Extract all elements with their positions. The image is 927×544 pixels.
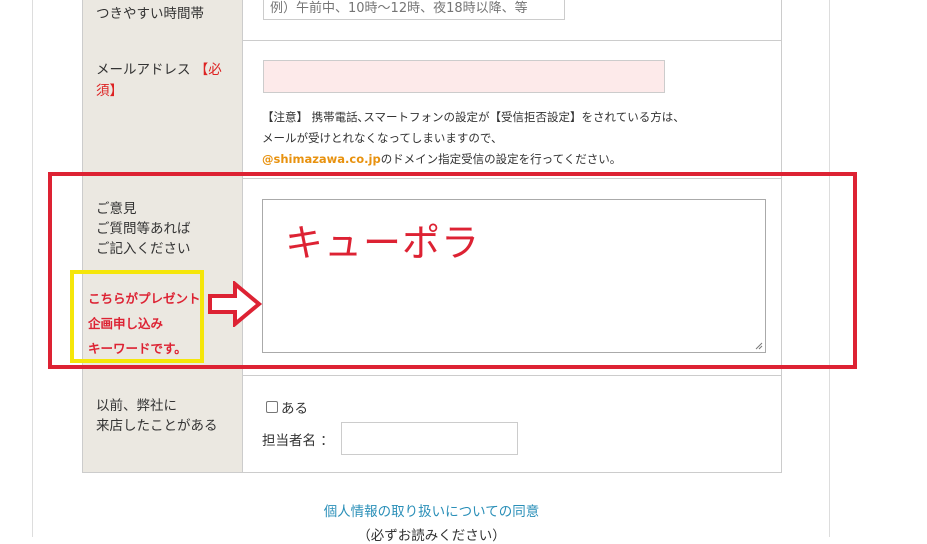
- label-cell: つきやすい時間帯: [83, 0, 243, 40]
- label-cell: メールアドレス 【必須】: [83, 40, 243, 178]
- email-note-line3-rest: のドメイン指定受信の設定を行ってください。: [380, 152, 622, 166]
- annotation-text: こちらがプレゼント 企画申し込み キーワードです。: [88, 286, 201, 361]
- staff-name-input[interactable]: [341, 422, 518, 455]
- email-note: 【注意】 携帯電話､スマートフォンの設定が【受信拒否設定】をされている方は、 メ…: [262, 107, 685, 170]
- email-note-line2: メールが受けとれなくなってしまいますので、: [262, 131, 503, 145]
- time-preference-label: つきやすい時間帯: [96, 6, 204, 22]
- time-preference-row: つきやすい時間帯: [83, 0, 781, 41]
- annotation-line1: こちらがプレゼント: [88, 291, 201, 306]
- email-note-line1: 【注意】 携帯電話､スマートフォンの設定が【受信拒否設定】をされている方は、: [262, 110, 685, 124]
- privacy-policy-link[interactable]: 個人情報の取り扱いについての同意: [0, 500, 863, 520]
- annotation-line2: 企画申し込み: [88, 316, 164, 331]
- previous-visit-label: 以前、弊社に 来店したことがある: [96, 396, 218, 436]
- email-label: メールアドレス 【必須】: [96, 60, 236, 102]
- label-cell: 以前、弊社に 来店したことがある: [83, 375, 243, 472]
- previous-visit-label-line1: 以前、弊社に: [96, 398, 177, 414]
- email-input[interactable]: [263, 60, 665, 93]
- staff-name-label: 担当者名 ：: [262, 433, 334, 449]
- email-label-text: メールアドレス: [96, 62, 191, 78]
- previous-visit-checkbox[interactable]: [266, 401, 278, 413]
- privacy-note: （必ずお読みください）: [357, 528, 506, 544]
- time-preference-input[interactable]: [263, 0, 565, 20]
- previous-visit-label-line2: 来店したことがある: [96, 418, 218, 434]
- email-note-line3: @shimazawa.co.jpのドメイン指定受信の設定を行ってください。: [262, 149, 685, 170]
- email-note-domain: @shimazawa.co.jp: [262, 152, 381, 166]
- annotation-line3: キーワードです。: [88, 341, 187, 356]
- right-arrow-outline-icon: [208, 281, 263, 327]
- previous-visit-checkbox-label[interactable]: ある: [281, 397, 308, 417]
